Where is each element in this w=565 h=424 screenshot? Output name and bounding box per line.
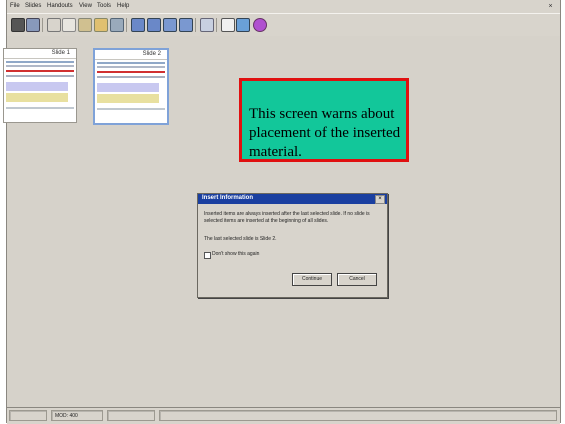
annotation-callout: This screen warns about placement of the… xyxy=(239,78,409,162)
dialog-title: Insert Information xyxy=(202,195,254,201)
thumbnail-content-block xyxy=(97,94,159,103)
thumbnail-content-block xyxy=(97,83,159,92)
slide-thumbnail-2[interactable]: Slide 2 xyxy=(93,48,169,125)
thumbnail-text-line xyxy=(97,62,165,64)
thumbnail-text-line xyxy=(6,75,74,77)
cut-icon[interactable] xyxy=(47,18,61,32)
print-icon[interactable] xyxy=(200,18,214,32)
checkbox-label: Don't show this again xyxy=(212,251,260,257)
save-icon[interactable] xyxy=(26,18,40,32)
help-icon[interactable] xyxy=(253,18,267,32)
status-panel xyxy=(159,410,557,421)
menu-item-handouts[interactable]: Handouts xyxy=(47,3,73,9)
cancel-button[interactable]: Cancel xyxy=(337,273,377,286)
page-icon[interactable] xyxy=(221,18,235,32)
thumbnail-accent-line xyxy=(97,71,165,73)
thumbnail-content-block xyxy=(6,93,68,102)
slide-thumbnail-title: Slide 1 xyxy=(51,50,70,56)
toolbar xyxy=(7,13,560,37)
export-icon[interactable] xyxy=(236,18,250,32)
copy-icon[interactable] xyxy=(62,18,76,32)
status-panel xyxy=(9,410,47,421)
thumbnail-text-line xyxy=(6,65,74,67)
slide-thumbnail-title: Slide 2 xyxy=(142,51,161,57)
toolbar-separator xyxy=(126,18,127,32)
slide-sorter-area: Slide 1 Slide 2 This screen warns about … xyxy=(3,36,560,407)
insert-icon[interactable] xyxy=(94,18,108,32)
thumbnail-text-line xyxy=(97,66,165,68)
menu-item-help[interactable]: Help xyxy=(117,3,129,9)
thumbnail-accent-line xyxy=(6,70,74,72)
thumbnail-text-line xyxy=(97,76,165,78)
duplicate-icon[interactable] xyxy=(163,18,177,32)
toolbar-separator xyxy=(216,18,217,32)
insert-information-dialog: Insert Information × Inserted items are … xyxy=(197,193,388,298)
close-window-icon[interactable]: × xyxy=(547,3,554,10)
menu-item-slides[interactable]: Slides xyxy=(25,3,41,9)
dont-show-again-checkbox[interactable] xyxy=(204,252,211,259)
menu-bar: File Slides Handouts View Tools Help × xyxy=(7,0,560,13)
toolbar-separator xyxy=(42,18,43,32)
toolbar-separator xyxy=(195,18,196,32)
menu-item-file[interactable]: File xyxy=(10,3,20,9)
close-icon[interactable]: × xyxy=(375,195,385,204)
arrange-icon[interactable] xyxy=(179,18,193,32)
status-bar: MOD: 400 xyxy=(7,407,560,424)
handout-icon[interactable] xyxy=(131,18,145,32)
paste-icon[interactable] xyxy=(78,18,92,32)
continue-button[interactable]: Continue xyxy=(292,273,332,286)
dialog-title-bar: Insert Information × xyxy=(198,194,387,204)
thumbnail-text-line xyxy=(6,107,74,109)
thumbnail-text-line xyxy=(97,108,165,110)
handout-alt-icon[interactable] xyxy=(147,18,161,32)
thumbnail-text-line xyxy=(6,61,74,63)
slide-thumbnail-header: Slide 1 xyxy=(4,49,76,59)
status-panel xyxy=(107,410,155,421)
menu-item-view[interactable]: View xyxy=(79,3,92,9)
menu-item-tools[interactable]: Tools xyxy=(97,3,111,9)
thumbnail-content-block xyxy=(6,82,68,91)
status-zoom: MOD: 400 xyxy=(51,410,103,421)
application-window: File Slides Handouts View Tools Help × S… xyxy=(3,0,561,424)
slide-thumbnail-header: Slide 2 xyxy=(95,50,167,60)
slide-thumbnail-1[interactable]: Slide 1 xyxy=(3,48,77,123)
slide-icon[interactable] xyxy=(110,18,124,32)
dialog-detail: The last selected slide is Slide 2. xyxy=(204,236,277,242)
dialog-message: Inserted items are always inserted after… xyxy=(204,211,370,224)
callout-text: This screen warns about placement of the… xyxy=(249,106,401,160)
new-icon[interactable] xyxy=(11,18,25,32)
